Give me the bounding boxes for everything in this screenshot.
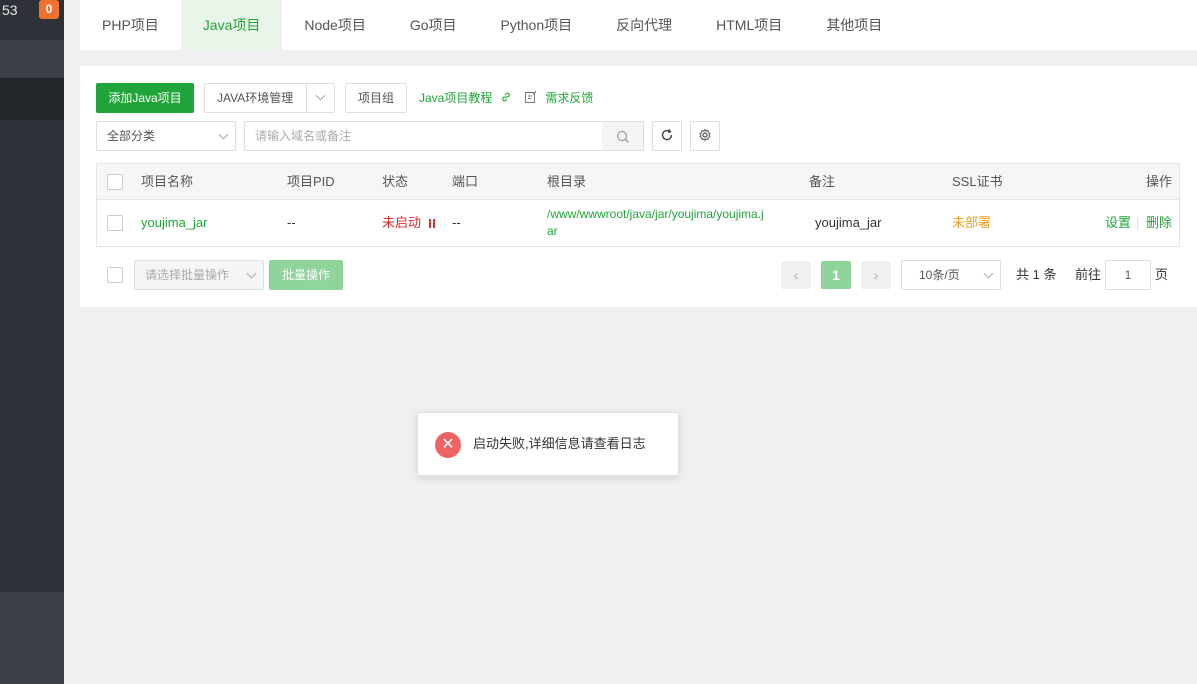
sidebar: 53 0 (0, 0, 64, 684)
delete-link[interactable]: 删除 (1146, 200, 1172, 246)
col-name: 项目名称 (141, 174, 194, 189)
page-suffix: 页 (1155, 267, 1169, 282)
prev-page-button[interactable]: ‹ (781, 261, 811, 289)
link-icon (501, 92, 510, 102)
project-pid: -- (287, 215, 296, 230)
main-panel: 添加Java项目 JAVA环境管理 项目组 Java项目教程 需求反馈 全部分类 (80, 66, 1197, 307)
project-group-button[interactable]: 项目组 (345, 83, 407, 113)
refresh-icon (661, 129, 673, 141)
col-port: 端口 (452, 174, 479, 189)
project-name-link[interactable]: youjima_jar (141, 200, 207, 246)
java-env-button[interactable]: JAVA环境管理 (204, 83, 335, 113)
page-size-select[interactable]: 10条/页 (901, 260, 1001, 290)
java-tutorial-link[interactable]: Java项目教程 (419, 83, 512, 113)
java-tutorial-label: Java项目教程 (419, 91, 493, 105)
project-tabs: PHP项目 Java项目 Node项目 Go项目 Python项目 反向代理 H… (80, 0, 1197, 50)
goto-page-input[interactable] (1105, 260, 1151, 290)
tab-html[interactable]: HTML项目 (694, 0, 804, 50)
refresh-button[interactable] (652, 121, 682, 151)
ssl-status[interactable]: 未部署 (952, 200, 991, 246)
tab-python[interactable]: Python项目 (479, 0, 595, 50)
root-path-line-2: ar (547, 224, 558, 238)
tab-java[interactable]: Java项目 (180, 0, 283, 50)
tab-node[interactable]: Node项目 (282, 0, 387, 50)
row-checkbox[interactable] (107, 215, 123, 231)
chevron-down-icon[interactable] (315, 90, 326, 101)
col-remark: 备注 (809, 174, 836, 189)
sidebar-footer (0, 592, 64, 684)
tab-other[interactable]: 其他项目 (804, 0, 904, 50)
sidebar-item-active[interactable] (0, 78, 64, 120)
chevron-down-icon (246, 268, 257, 279)
batch-operation-select[interactable]: 请选择批量操作 (134, 260, 264, 290)
settings-link[interactable]: 设置 (1105, 200, 1131, 246)
settings-button[interactable] (690, 121, 720, 151)
pause-icon (428, 219, 435, 228)
category-select[interactable]: 全部分类 (96, 121, 236, 151)
chevron-down-icon (983, 268, 994, 279)
total-count: 共 1 条 (1016, 267, 1057, 282)
edit-icon (525, 91, 537, 103)
chevron-down-icon (218, 129, 229, 140)
toast-message: 启动失败,详细信息请查看日志 (473, 436, 646, 451)
sidebar-item[interactable] (0, 40, 64, 78)
col-status: 状态 (382, 174, 409, 189)
error-icon: ✕ (435, 432, 461, 458)
project-table: 项目名称 项目PID 状态 端口 根目录 备注 SSL证书 操作 youjima… (96, 163, 1180, 247)
table-header: 项目名称 项目PID 状态 端口 根目录 备注 SSL证书 操作 (97, 164, 1179, 200)
status-label: 未启动 (382, 215, 422, 230)
select-all-checkbox[interactable] (107, 174, 123, 190)
action-divider: | (1136, 215, 1140, 230)
goto-label: 前往 (1075, 267, 1102, 282)
project-root-link[interactable]: /www/wwwroot/java/jar/youjima/youjima.j … (547, 206, 764, 240)
sidebar-menu (0, 120, 64, 592)
tab-php[interactable]: PHP项目 (80, 0, 181, 50)
tab-reverse-proxy[interactable]: 反向代理 (594, 0, 694, 50)
feedback-link[interactable]: 需求反馈 (524, 83, 593, 113)
batch-placeholder: 请选择批量操作 (145, 268, 230, 282)
footer-select-all-checkbox[interactable] (107, 267, 123, 283)
col-pid: 项目PID (287, 174, 335, 189)
next-page-button[interactable]: › (861, 261, 891, 289)
tab-go[interactable]: Go项目 (388, 0, 479, 50)
feedback-label: 需求反馈 (545, 91, 594, 105)
project-status[interactable]: 未启动 (382, 200, 435, 246)
error-toast: ✕ 启动失败,详细信息请查看日志 (417, 412, 679, 476)
search-button[interactable] (602, 121, 644, 151)
col-root: 根目录 (547, 174, 587, 189)
project-port: -- (452, 215, 461, 230)
search-icon (616, 130, 629, 143)
col-ssl: SSL证书 (952, 174, 1003, 189)
search-input[interactable] (244, 121, 603, 151)
sidebar-badge[interactable]: 0 (39, 0, 59, 19)
gear-icon (699, 128, 711, 142)
category-value: 全部分类 (107, 129, 156, 143)
root-path-line-1: /www/wwwroot/java/jar/youjima/youjima.j (547, 207, 764, 221)
divider (306, 84, 307, 112)
page-size-value: 10条/页 (919, 268, 960, 282)
batch-operation-button[interactable]: 批量操作 (269, 260, 343, 290)
project-remark[interactable]: youjima_jar (815, 200, 881, 246)
sidebar-count: 53 (2, 2, 18, 18)
col-action: 操作 (1146, 174, 1173, 189)
add-java-project-button[interactable]: 添加Java项目 (96, 83, 194, 113)
sidebar-header: 53 0 (0, 0, 64, 30)
java-env-label: JAVA环境管理 (217, 91, 294, 105)
page-1-button[interactable]: 1 (821, 261, 851, 289)
